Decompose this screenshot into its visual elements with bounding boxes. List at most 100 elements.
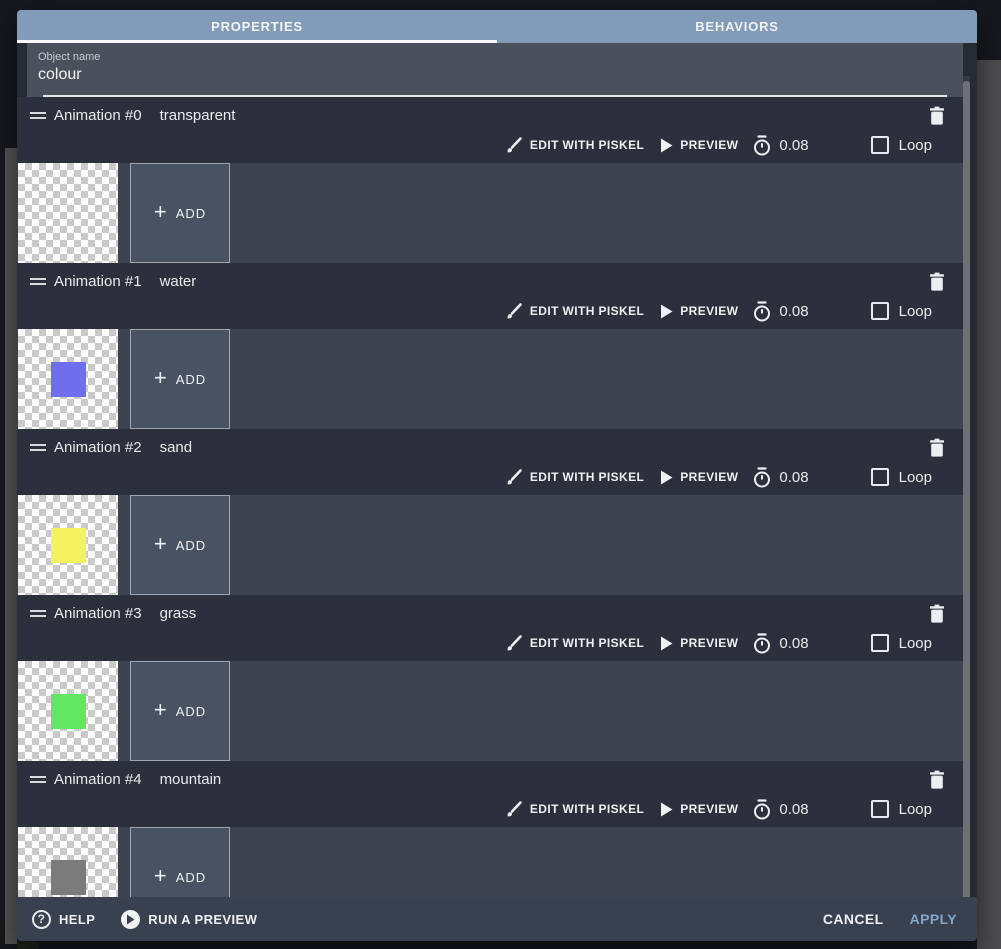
animation-title: Animation #4 <box>54 770 142 788</box>
frame-color-square <box>51 362 86 397</box>
stopwatch-icon <box>754 300 771 321</box>
frame-color-square <box>51 860 86 895</box>
drag-handle-icon[interactable] <box>30 775 46 783</box>
tab-properties[interactable]: PROPERTIES <box>17 10 497 43</box>
preview-button[interactable]: PREVIEW <box>660 802 738 817</box>
add-frame-button[interactable]: + ADD <box>130 495 230 595</box>
drag-handle-icon[interactable] <box>30 111 46 119</box>
animation-name[interactable]: mountain <box>160 771 222 788</box>
edit-with-piskel-button[interactable]: EDIT WITH PISKEL <box>505 634 644 652</box>
plus-icon: + <box>153 531 168 556</box>
edit-with-piskel-button[interactable]: EDIT WITH PISKEL <box>505 468 644 486</box>
stopwatch-icon <box>754 134 771 155</box>
delete-animation-button[interactable] <box>929 272 945 291</box>
tab-behaviors[interactable]: BEHAVIORS <box>497 10 977 43</box>
run-preview-button[interactable]: RUN A PREVIEW <box>121 909 258 929</box>
plus-icon: + <box>153 199 168 224</box>
loop-checkbox[interactable] <box>870 136 889 154</box>
delete-animation-button[interactable] <box>929 438 945 457</box>
animation-frames-row: + ADD <box>17 163 963 263</box>
scrollbar-thumb[interactable] <box>963 81 970 897</box>
frame-time-field[interactable]: 0.08 <box>752 632 809 654</box>
add-frame-label: ADD <box>175 371 207 387</box>
stopwatch-icon <box>754 466 771 487</box>
scrollbar-track[interactable] <box>963 76 970 897</box>
edit-with-piskel-button[interactable]: EDIT WITH PISKEL <box>505 136 644 154</box>
delete-animation-button[interactable] <box>929 604 945 623</box>
loop-checkbox[interactable] <box>870 634 889 652</box>
frame-time-field[interactable]: 0.08 <box>752 134 809 156</box>
frame-time-value: 0.08 <box>779 468 809 486</box>
frame-color-square <box>51 694 86 729</box>
preview-button[interactable]: PREVIEW <box>660 138 738 153</box>
apply-button[interactable]: APPLY <box>910 911 957 927</box>
animation-name[interactable]: transparent <box>160 107 236 124</box>
preview-button[interactable]: PREVIEW <box>660 470 738 485</box>
drag-handle-icon[interactable] <box>30 277 46 285</box>
animation-section: Animation #1 water EDIT WITH PISKEL PREV… <box>17 263 963 429</box>
preview-label: PREVIEW <box>680 138 739 152</box>
animation-header: Animation #4 mountain EDIT WITH PISKEL P… <box>17 761 963 827</box>
animation-section: Animation #4 mountain EDIT WITH PISKEL P… <box>17 761 963 897</box>
animation-section: Animation #0 transparent EDIT WITH PISKE… <box>17 97 963 263</box>
frame-time-field[interactable]: 0.08 <box>752 798 809 820</box>
animation-section: Animation #3 grass EDIT WITH PISKEL PREV… <box>17 595 963 761</box>
loop-checkbox[interactable] <box>870 468 889 486</box>
cancel-button[interactable]: CANCEL <box>823 911 884 927</box>
edit-with-piskel-button[interactable]: EDIT WITH PISKEL <box>505 800 644 818</box>
edit-with-piskel-label: EDIT WITH PISKEL <box>529 138 645 152</box>
brush-icon <box>507 801 522 817</box>
object-name-field[interactable]: Object name <box>27 43 963 97</box>
edit-with-piskel-button[interactable]: EDIT WITH PISKEL <box>505 302 644 320</box>
loop-checkbox[interactable] <box>870 302 889 320</box>
delete-animation-button[interactable] <box>929 770 945 789</box>
animation-section: Animation #2 sand EDIT WITH PISKEL PREVI… <box>17 429 963 595</box>
add-frame-label: ADD <box>175 205 207 221</box>
frame-time-field[interactable]: 0.08 <box>752 466 809 488</box>
preview-label: PREVIEW <box>680 636 739 650</box>
add-frame-button[interactable]: + ADD <box>130 661 230 761</box>
preview-button[interactable]: PREVIEW <box>660 636 738 651</box>
app-background-right <box>977 60 1001 949</box>
loop-checkbox[interactable] <box>870 800 889 818</box>
stopwatch-icon <box>754 632 771 653</box>
animation-header: Animation #3 grass EDIT WITH PISKEL PREV… <box>17 595 963 661</box>
frame-thumbnail[interactable] <box>18 163 118 263</box>
loop-label: Loop <box>898 136 932 154</box>
animation-title: Animation #1 <box>54 272 142 290</box>
drag-handle-icon[interactable] <box>30 609 46 617</box>
play-icon <box>661 304 673 318</box>
add-frame-button[interactable]: + ADD <box>130 827 230 897</box>
frame-thumbnail[interactable] <box>18 827 118 897</box>
trash-icon <box>930 272 944 291</box>
animation-name[interactable]: grass <box>160 605 197 622</box>
tab-bar: PROPERTIES BEHAVIORS <box>17 10 977 43</box>
frame-time-field[interactable]: 0.08 <box>752 300 809 322</box>
animations-list: Animation #0 transparent EDIT WITH PISKE… <box>17 97 977 897</box>
plus-icon: + <box>153 697 168 722</box>
animation-name[interactable]: water <box>160 273 197 290</box>
frame-time-value: 0.08 <box>779 800 809 818</box>
object-name-label: Object name <box>38 51 101 63</box>
animation-title: Animation #2 <box>54 438 142 456</box>
frame-thumbnail[interactable] <box>18 329 118 429</box>
frame-thumbnail[interactable] <box>18 495 118 595</box>
preview-button[interactable]: PREVIEW <box>660 304 738 319</box>
add-frame-button[interactable]: + ADD <box>130 163 230 263</box>
add-frame-button[interactable]: + ADD <box>130 329 230 429</box>
trash-icon <box>930 106 944 125</box>
frame-thumbnail[interactable] <box>18 661 118 761</box>
help-button[interactable]: ? HELP <box>32 909 95 929</box>
loop-control: Loop <box>870 634 932 652</box>
stopwatch-icon <box>754 798 771 819</box>
trash-icon <box>930 438 944 457</box>
delete-animation-button[interactable] <box>929 106 945 125</box>
app-background-corner <box>17 941 39 949</box>
run-preview-label: RUN A PREVIEW <box>148 911 258 927</box>
edit-with-piskel-label: EDIT WITH PISKEL <box>529 470 645 484</box>
object-name-input[interactable] <box>38 66 918 84</box>
animation-header: Animation #2 sand EDIT WITH PISKEL PREVI… <box>17 429 963 495</box>
drag-handle-icon[interactable] <box>30 443 46 451</box>
animation-name[interactable]: sand <box>160 439 193 456</box>
dialog-content: Object name Animation #0 transparent <box>17 43 977 897</box>
